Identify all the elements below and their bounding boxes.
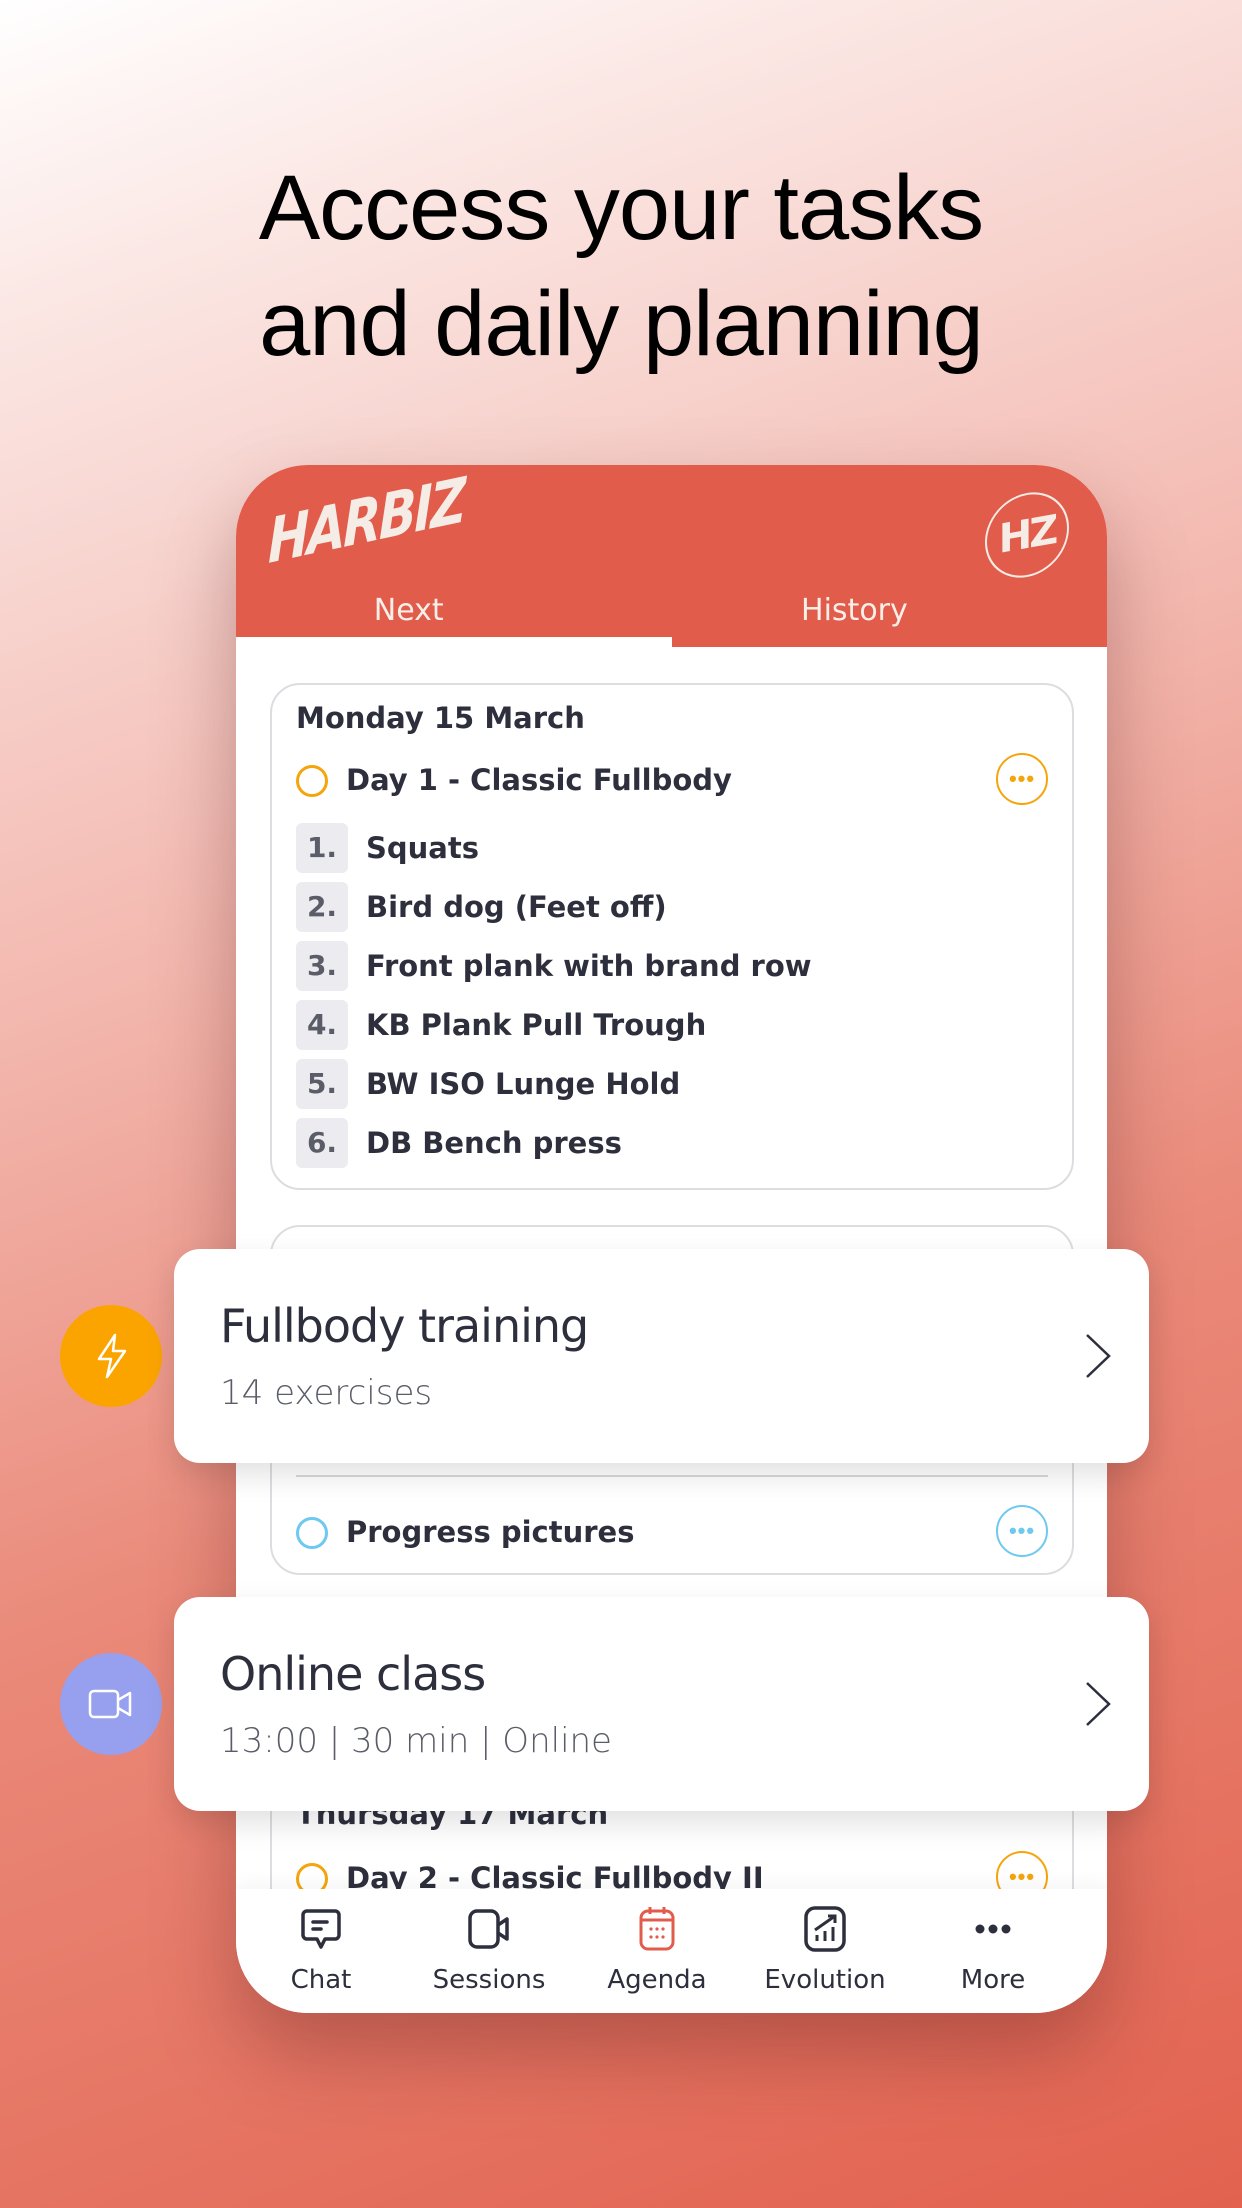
headline: Access your tasks and daily planning (0, 150, 1242, 382)
exercise-number: 6. (296, 1118, 348, 1168)
nav-label: Evolution (764, 1965, 886, 1995)
exercise-name: DB Bench press (366, 1126, 622, 1160)
tab-history[interactable]: History (672, 593, 1038, 628)
video-camera-icon (468, 1909, 509, 1949)
nav-item-chat[interactable]: Chat (236, 1905, 406, 1995)
fullbody-training-card[interactable]: Fullbody training 14 exercises (174, 1249, 1149, 1463)
date-label: Monday 15 March (296, 701, 585, 735)
exercise-number: 5. (296, 1059, 348, 1109)
checkbox-circle-icon[interactable] (296, 1517, 328, 1549)
bottom-nav: Chat Sessions Agenda Evolution More (236, 1889, 1107, 2013)
task-title[interactable]: Progress pictures (346, 1515, 634, 1549)
exercise-number: 2. (296, 882, 348, 932)
card-subtitle: 14 exercises (220, 1373, 433, 1413)
divider (296, 1475, 1048, 1477)
video-camera-icon (60, 1653, 162, 1755)
exercise-name: Squats (366, 831, 479, 865)
nav-label: Chat (290, 1965, 352, 1995)
chevron-right-icon (1086, 1334, 1111, 1378)
exercise-name: Bird dog (Feet off) (366, 890, 667, 924)
exercise-name: BW ISO Lunge Hold (366, 1067, 681, 1101)
nav-label: More (960, 1965, 1026, 1995)
workout-row[interactable]: Day 1 - Classic Fullbody ••• (296, 753, 1048, 809)
chart-icon (804, 1906, 846, 1952)
more-horizontal-icon[interactable]: ••• (996, 1505, 1048, 1557)
nav-item-more[interactable]: More (908, 1905, 1078, 1995)
checkbox-circle-icon[interactable] (296, 765, 328, 797)
nav-item-agenda[interactable]: Agenda (572, 1905, 742, 1995)
headline-line-2: and daily planning (259, 273, 984, 375)
lightning-icon (60, 1305, 162, 1407)
avatar[interactable]: HZ (985, 485, 1069, 585)
exercise-name: KB Plank Pull Trough (366, 1008, 707, 1042)
nav-item-evolution[interactable]: Evolution (740, 1905, 910, 1995)
more-horizontal-icon (975, 1924, 1011, 1934)
more-horizontal-icon[interactable]: ••• (996, 753, 1048, 805)
exercise-name: Front plank with brand row (366, 949, 812, 983)
chat-icon (301, 1909, 341, 1949)
task-row[interactable]: Progress pictures ••• (296, 1505, 1048, 1561)
card-title: Fullbody training (220, 1299, 589, 1353)
exercise-number: 4. (296, 1000, 348, 1050)
day-card: Monday 15 March Day 1 - Classic Fullbody… (270, 683, 1074, 1190)
headline-line-1: Access your tasks (258, 157, 984, 259)
exercise-number: 1. (296, 823, 348, 873)
online-class-card[interactable]: Online class 13:00 | 30 min | Online (174, 1597, 1149, 1811)
app-header: HARBIZ HZ Next History (236, 465, 1107, 649)
tab-next[interactable]: Next (236, 593, 627, 628)
chevron-right-icon (1086, 1682, 1111, 1726)
nav-item-sessions[interactable]: Sessions (404, 1905, 574, 1995)
harbiz-logo: HARBIZ (268, 465, 464, 578)
workout-title[interactable]: Day 1 - Classic Fullbody (346, 763, 732, 797)
card-title: Online class (220, 1647, 486, 1701)
calendar-icon (639, 1907, 675, 1951)
nav-label: Agenda (607, 1965, 707, 1995)
tab-active-indicator (236, 637, 672, 649)
exercise-number: 3. (296, 941, 348, 991)
nav-label: Sessions (432, 1965, 546, 1995)
card-subtitle: 13:00 | 30 min | Online (220, 1721, 612, 1761)
